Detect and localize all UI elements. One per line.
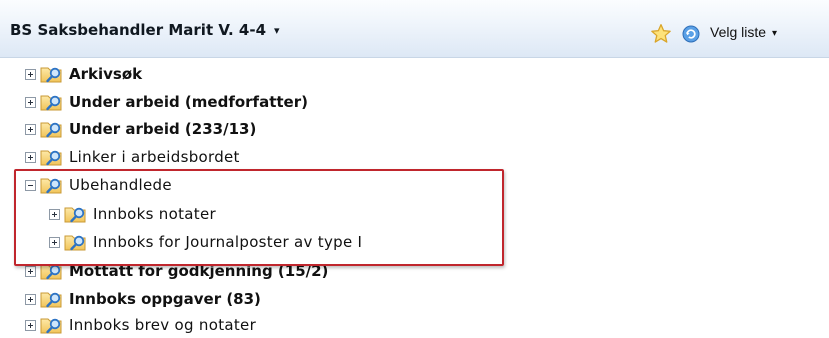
chevron-down-icon: ▾	[274, 24, 280, 37]
tree-item-under-arbeid-medforfatter[interactable]: Under arbeid (medforfatter)	[25, 91, 308, 113]
tree-item-label: Arkivsøk	[69, 65, 143, 83]
expand-icon[interactable]	[25, 68, 36, 80]
refresh-icon[interactable]	[682, 25, 700, 43]
expand-icon[interactable]	[25, 293, 36, 305]
list-header: BS Saksbehandler Marit V. 4-4 ▾ Velg list…	[0, 0, 829, 58]
list-title-dropdown[interactable]: BS Saksbehandler Marit V. 4-4 ▾	[10, 21, 280, 39]
folder-search-icon	[40, 289, 64, 309]
expand-icon[interactable]	[25, 96, 36, 108]
tree-item-label: Linker i arbeidsbordet	[69, 148, 240, 166]
chevron-down-icon: ▾	[772, 28, 778, 39]
tree-item-label: Under arbeid (medforfatter)	[69, 93, 308, 111]
folder-search-icon	[40, 64, 64, 84]
expand-icon[interactable]	[25, 151, 36, 163]
pick-list-dropdown[interactable]: Velg liste ▾	[710, 24, 777, 40]
tree-item-label: Innboks brev og notater	[69, 316, 257, 334]
expand-icon[interactable]	[25, 265, 36, 277]
tree-item-label: Innboks oppgaver (83)	[69, 290, 261, 308]
star-icon[interactable]	[650, 23, 672, 45]
folder-search-icon	[40, 119, 64, 139]
tree-item-under-arbeid[interactable]: Under arbeid (233/13)	[25, 118, 256, 140]
tree-item-label: Under arbeid (233/13)	[69, 120, 257, 138]
tree-item-linker-i-arbeidsbordet[interactable]: Linker i arbeidsbordet	[25, 146, 240, 168]
folder-search-icon	[40, 315, 64, 335]
folder-search-icon	[40, 147, 64, 167]
tree-item-innboks-brev-og-notater[interactable]: Innboks brev og notater	[25, 314, 256, 336]
highlight-box	[14, 169, 504, 266]
tree-item-innboks-oppgaver[interactable]: Innboks oppgaver (83)	[25, 288, 261, 310]
tree-item-arkivsok[interactable]: Arkivsøk	[25, 63, 142, 85]
expand-icon[interactable]	[25, 319, 36, 331]
pick-list-label: Velg liste	[710, 24, 767, 40]
expand-icon[interactable]	[25, 123, 36, 135]
list-title: BS Saksbehandler Marit V. 4-4	[10, 21, 267, 39]
folder-search-icon	[40, 92, 64, 112]
